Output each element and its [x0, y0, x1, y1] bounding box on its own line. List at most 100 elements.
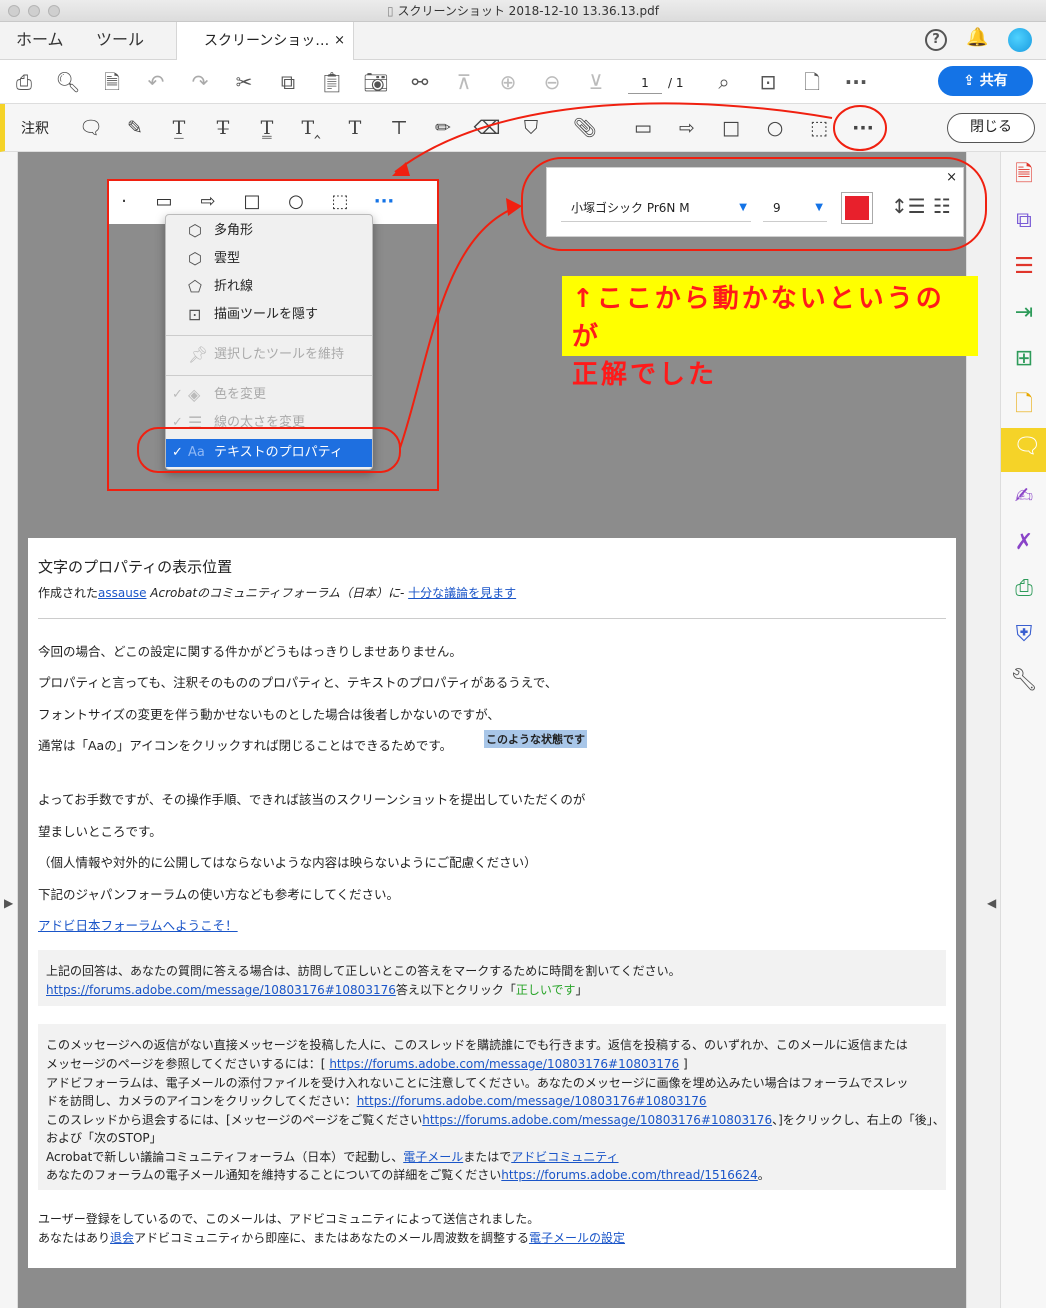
actual-size-icon[interactable]: ⊡: [754, 68, 782, 96]
main-toolbar: ⎙ 🔍︎ 🗎 ↶ ↷ ✂ ⧉ 📋︎ 📷︎ ⚯ ⊼ ⊕ ⊖ ⊻ 1 / 1 ⌕ ⊡…: [0, 60, 1046, 104]
share-button[interactable]: ⇪ 共有: [938, 66, 1033, 96]
notify-url-4[interactable]: https://forums.adobe.com/thread/1516624: [501, 1168, 758, 1182]
notify-url-2[interactable]: https://forums.adobe.com/message/1080317…: [357, 1094, 707, 1108]
pencil-icon[interactable]: ✏: [429, 114, 457, 142]
close-comment-button[interactable]: 閉じる: [947, 113, 1035, 143]
forum-welcome-link[interactable]: アドビ日本フォーラムへようこそ！: [38, 918, 238, 933]
line-icon[interactable]: ▭: [629, 114, 657, 142]
undo-icon[interactable]: ↶: [142, 68, 170, 96]
strikethrough-icon[interactable]: T̶: [209, 114, 237, 142]
line-spacing-icon[interactable]: ↕☰: [891, 194, 926, 218]
community-link[interactable]: アドビコミュニティ: [511, 1150, 618, 1164]
more-tools-icon[interactable]: ···: [842, 68, 870, 96]
rectangle-icon[interactable]: □: [717, 114, 745, 142]
account-avatar[interactable]: [1008, 28, 1032, 52]
paragraph-spacing-icon[interactable]: ☷: [933, 194, 951, 218]
text-properties-panel: × 小塚ゴシック Pr6N M ▼ 9 ▼ ↕☰ ☷: [546, 167, 964, 237]
highlight-icon[interactable]: ✎: [121, 114, 149, 142]
panel-close-icon[interactable]: ×: [946, 170, 957, 185]
minimize-window-button[interactable]: [28, 5, 40, 17]
snapshot-icon[interactable]: 📷︎: [362, 68, 390, 96]
callout-icon[interactable]: ⬚: [805, 114, 833, 142]
collapse-right-panel-icon[interactable]: ◀: [987, 896, 996, 910]
menu-item-text-properties[interactable]: ✓ Aa テキストのプロパティ: [166, 439, 372, 467]
clipboard-icon[interactable]: 📋︎: [318, 68, 346, 96]
marquee-zoom-icon[interactable]: ⌕: [710, 68, 738, 96]
export-pdf-icon[interactable]: ⇥: [1007, 296, 1041, 330]
email-link[interactable]: 電子メール: [403, 1150, 463, 1164]
menu-item-hide-tools[interactable]: ⊡ 描画ツールを隠す: [166, 301, 372, 329]
bell-icon[interactable]: 🔔: [966, 27, 988, 48]
protect-icon[interactable]: ⛨: [1007, 618, 1041, 652]
correct-label[interactable]: 正しいです: [516, 983, 576, 997]
notify-url-1[interactable]: https://forums.adobe.com/message/1080317…: [329, 1057, 679, 1071]
zoom-window-button[interactable]: [48, 5, 60, 17]
more-drawing-tools-icon[interactable]: ···: [849, 114, 877, 142]
comment-icon: 🗨︎: [1013, 434, 1041, 459]
text-box-icon[interactable]: ⊤: [385, 114, 413, 142]
page-number-input[interactable]: 1: [628, 72, 662, 94]
last-page-icon[interactable]: ⊻: [582, 68, 610, 96]
tab-tools[interactable]: ツール: [96, 22, 144, 60]
page-icon[interactable]: 🗋: [798, 68, 826, 96]
more-tools-wrench-icon[interactable]: 🔧︎: [1007, 664, 1041, 698]
save-check-icon[interactable]: 🗎: [98, 68, 126, 96]
edit-pdf-icon[interactable]: ⊞: [1007, 342, 1041, 376]
expand-left-panel-icon[interactable]: ▶: [4, 896, 13, 910]
tab-document[interactable]: スクリーンショッ… ×: [176, 22, 354, 61]
add-text-icon[interactable]: T: [341, 114, 369, 142]
menu-item-change-color[interactable]: ✓ ◈ 色を変更: [166, 381, 372, 409]
email-settings-link[interactable]: 電子メールの設定: [529, 1231, 625, 1245]
user-link[interactable]: assause: [98, 586, 146, 600]
answer-end: 」: [575, 983, 588, 997]
insert-text-icon[interactable]: T‸: [297, 114, 325, 142]
enhance-scan-icon[interactable]: 🗋: [1007, 388, 1041, 422]
close-window-button[interactable]: [8, 5, 20, 17]
underline-text-icon[interactable]: T̲: [165, 114, 193, 142]
stamp-icon[interactable]: ⛉: [517, 114, 545, 142]
print-production-icon[interactable]: ⎙: [1007, 572, 1041, 606]
fill-sign-icon[interactable]: ✍: [1007, 480, 1041, 514]
notify-url-3[interactable]: https://forums.adobe.com/message/1080317…: [422, 1113, 772, 1127]
menu-item-cloud[interactable]: ⬡ 雲型: [166, 245, 372, 273]
note-line-2: 正解でした: [572, 360, 718, 390]
tab-home[interactable]: ホーム: [16, 22, 64, 60]
search-icon[interactable]: 🔍︎: [54, 68, 82, 96]
arrow-icon[interactable]: ⇨: [673, 114, 701, 142]
next-page-icon[interactable]: ⊖: [538, 68, 566, 96]
font-size-select[interactable]: 9 ▼: [763, 194, 827, 222]
paragraph-1: 今回の場合、どこの設定に関する件かがどうもはっきりしませありません。: [38, 644, 462, 659]
previous-page-icon[interactable]: ⊕: [494, 68, 522, 96]
first-page-icon[interactable]: ⊼: [450, 68, 478, 96]
print-icon[interactable]: ⎙: [10, 68, 38, 96]
copy-text-icon[interactable]: ⧉: [274, 68, 302, 96]
sticky-note-icon[interactable]: 🗨︎: [77, 114, 105, 142]
discussion-link[interactable]: 十分な議論を見ます: [408, 586, 516, 600]
attach-icon[interactable]: 📎︎: [571, 114, 599, 142]
combine-files-icon[interactable]: ⧉: [1007, 204, 1041, 238]
help-icon[interactable]: ?: [925, 29, 947, 51]
replace-text-icon[interactable]: T̳: [253, 114, 281, 142]
oval-icon[interactable]: ○: [761, 114, 789, 142]
pin-icon: 📌︎: [188, 345, 209, 364]
create-pdf-icon[interactable]: 🗎: [1007, 158, 1041, 192]
eraser-icon[interactable]: ⌫: [473, 114, 501, 142]
text-color-button[interactable]: [841, 192, 873, 224]
menu-item-polyline[interactable]: ⬠ 折れ線: [166, 273, 372, 301]
redo-icon[interactable]: ↷: [186, 68, 214, 96]
font-select[interactable]: 小塚ゴシック Pr6N M ▼: [561, 194, 751, 222]
page-title: 文字のプロパティの表示位置: [38, 558, 233, 576]
answer-url-link[interactable]: https://forums.adobe.com/message/1080317…: [46, 983, 396, 997]
scissors-icon[interactable]: ✂: [230, 68, 258, 96]
organize-pages-icon[interactable]: ☰: [1007, 250, 1041, 284]
menu-item-line-width[interactable]: ✓ ☰ 線の太さを変更: [166, 409, 372, 431]
byline: 作成されたassause Acrobatのコミュニティフォーラム（日本）に- 十…: [38, 584, 516, 601]
tab-close-icon[interactable]: ×: [334, 22, 345, 60]
answer-line-2: https://forums.adobe.com/message/1080317…: [46, 981, 588, 998]
comment-tool-active[interactable]: 🗨︎: [1001, 428, 1046, 472]
menu-item-keep-tool[interactable]: 📌︎ 選択したツールを維持: [166, 341, 372, 369]
signature-icon[interactable]: ✗: [1007, 526, 1041, 560]
binoculars-icon[interactable]: ⚯: [406, 68, 434, 96]
unsubscribe-link[interactable]: 退会: [110, 1231, 134, 1245]
menu-item-polygon[interactable]: ⬡ 多角形: [166, 217, 372, 245]
